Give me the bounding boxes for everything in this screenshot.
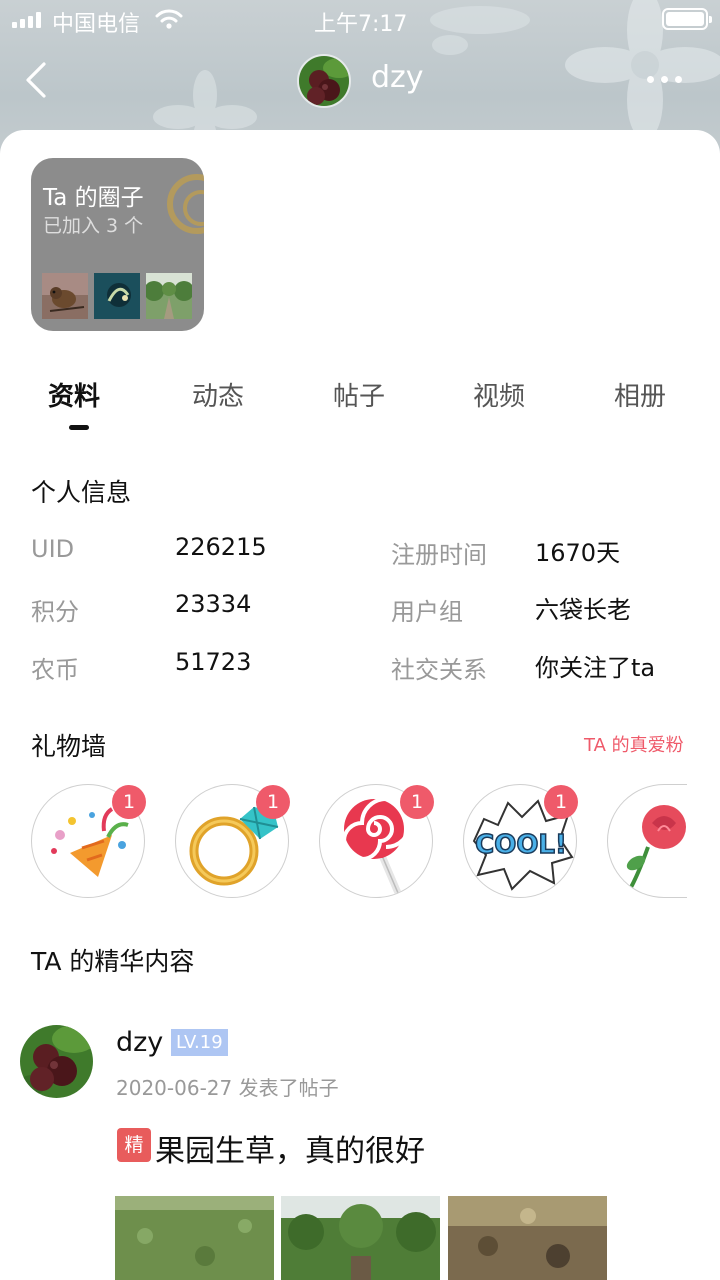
section-title-gift-wall: 礼物墙 xyxy=(31,732,107,761)
info-value-user-group: 六袋长老 xyxy=(535,596,631,624)
post-image[interactable] xyxy=(448,1196,607,1280)
circle-thumb-night xyxy=(94,273,140,319)
tab-albums[interactable]: 相册 xyxy=(614,376,666,413)
tab-active-indicator xyxy=(69,425,89,430)
true-fans-link[interactable]: TA 的真爱粉 xyxy=(584,731,684,757)
clock: 上午7:17 xyxy=(314,12,408,37)
featured-tag: 精 xyxy=(117,1128,151,1162)
info-value-points: 23334 xyxy=(175,590,252,618)
info-value-coins: 51723 xyxy=(175,648,252,676)
gift-count-badge: 1 xyxy=(112,785,146,819)
info-label-register-time: 注册时间 xyxy=(391,541,487,569)
section-title-personal-info: 个人信息 xyxy=(31,478,132,507)
tab-posts[interactable]: 帖子 xyxy=(333,376,385,413)
level-badge: LV.19 xyxy=(171,1029,228,1056)
info-label-user-group: 用户组 xyxy=(391,598,463,626)
post-image[interactable] xyxy=(115,1196,274,1280)
circle-thumb-trees xyxy=(146,273,192,319)
gift-count-badge: 1 xyxy=(400,785,434,819)
info-value-register-time: 1670天 xyxy=(535,539,621,567)
gift-count-badge: 1 xyxy=(544,785,578,819)
profile-tabs: 资料 动态 帖子 视频 相册 xyxy=(0,376,720,436)
circles-card-title: Ta 的圈子 xyxy=(43,185,144,211)
circle-logo-icon xyxy=(167,174,204,234)
circle-thumb-bird xyxy=(42,273,88,319)
avatar[interactable] xyxy=(297,54,351,108)
status-bar: 中国电信 上午7:17 xyxy=(0,0,720,40)
post-image[interactable] xyxy=(281,1196,440,1280)
post-author-avatar[interactable] xyxy=(20,1025,93,1098)
chevron-left-icon[interactable] xyxy=(22,60,52,100)
wifi-icon xyxy=(155,9,183,29)
post-title[interactable]: 果园生草，真的很好 xyxy=(155,1126,425,1170)
cellular-signal-icon xyxy=(12,12,42,28)
tab-videos[interactable]: 视频 xyxy=(473,376,525,413)
circles-card[interactable]: Ta 的圈子 已加入 3 个 xyxy=(31,158,204,331)
info-label-social: 社交关系 xyxy=(391,656,487,684)
info-label-coins: 农币 xyxy=(31,656,79,684)
more-dots-icon[interactable] xyxy=(645,76,685,86)
nav-username: dzy xyxy=(371,60,424,95)
cool-sticker-text: COOL! xyxy=(475,830,567,860)
info-label-uid: UID xyxy=(31,535,75,563)
gift-count-badge: 1 xyxy=(256,785,290,819)
tab-profile[interactable]: 资料 xyxy=(48,376,100,413)
info-value-social: 你关注了ta xyxy=(535,654,656,682)
battery-icon xyxy=(662,8,712,30)
circles-card-subtitle: 已加入 3 个 xyxy=(43,215,144,237)
post-meta: 2020-06-27 发表了帖子 xyxy=(116,1076,339,1100)
section-title-featured: TA 的精华内容 xyxy=(31,947,195,976)
info-value-uid: 226215 xyxy=(175,533,267,561)
carrier-label: 中国电信 xyxy=(52,12,141,37)
tab-activity[interactable]: 动态 xyxy=(192,376,244,413)
info-label-points: 积分 xyxy=(31,598,79,626)
post-author-name[interactable]: dzy xyxy=(116,1027,163,1058)
